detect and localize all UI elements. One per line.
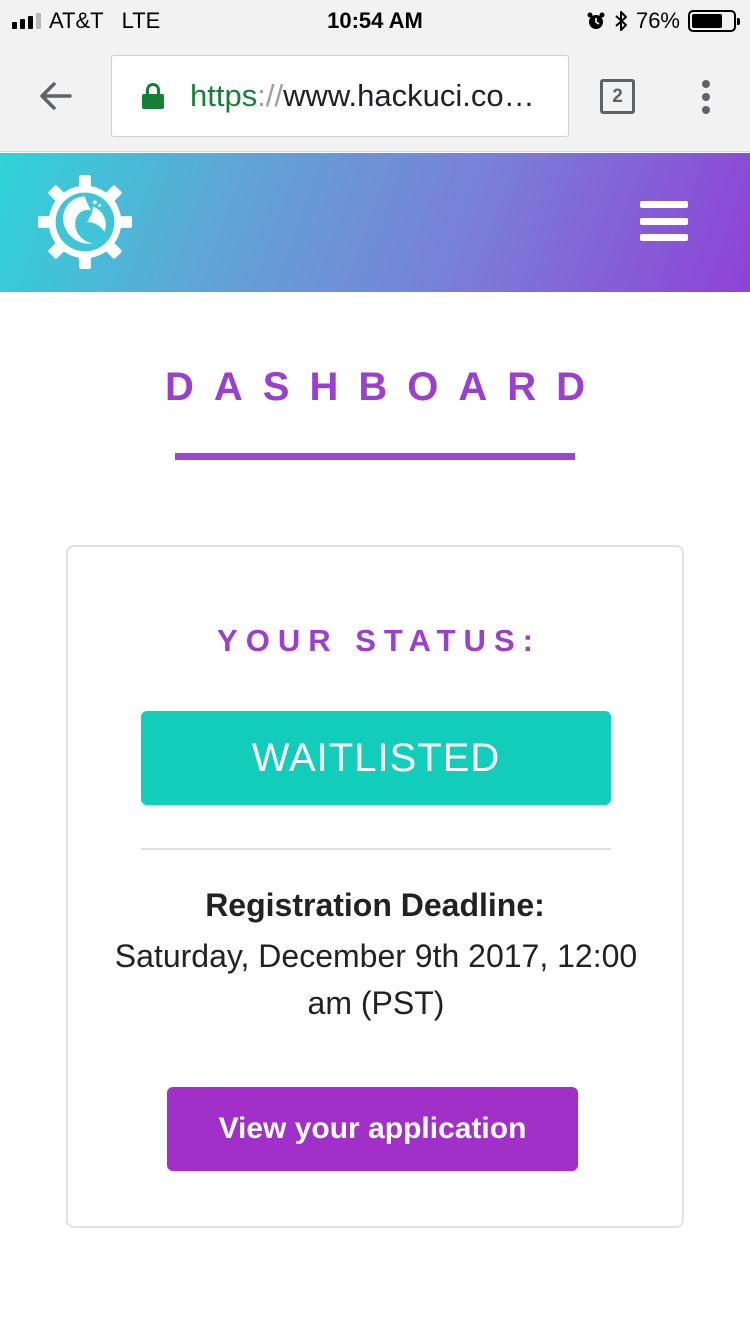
bluetooth-icon bbox=[615, 11, 627, 31]
battery-level bbox=[692, 14, 723, 28]
hackuci-logo[interactable] bbox=[36, 173, 134, 271]
status-badge: WAITLISTED bbox=[141, 711, 611, 805]
deadline-label: Registration Deadline: bbox=[205, 887, 545, 923]
battery-icon bbox=[688, 10, 740, 32]
back-arrow-icon[interactable] bbox=[36, 76, 76, 116]
overflow-menu-icon[interactable] bbox=[698, 80, 714, 114]
status-heading: YOUR STATUS: bbox=[217, 623, 541, 658]
browser-toolbar: https://www.hackuci.co… 2 bbox=[0, 40, 750, 152]
url-host: www.hackuci.co… bbox=[283, 78, 535, 113]
status-card: YOUR STATUS: WAITLISTED Registration Dea… bbox=[66, 545, 684, 1228]
view-application-button[interactable]: View your application bbox=[167, 1087, 578, 1171]
lock-icon bbox=[142, 83, 164, 109]
title-underline bbox=[175, 453, 575, 460]
deadline-value: Saturday, December 9th 2017, 12:00 am (P… bbox=[114, 938, 638, 1021]
divider bbox=[141, 848, 611, 850]
hamburger-menu-icon[interactable] bbox=[640, 201, 688, 241]
alarm-icon bbox=[587, 12, 605, 29]
site-header bbox=[0, 153, 750, 292]
status-right: 76% bbox=[586, 8, 740, 34]
status-bar: AT&T LTE 10:54 AM 76% bbox=[0, 0, 750, 40]
tabs-icon[interactable]: 2 bbox=[600, 79, 635, 114]
page-title: DASHBOARD bbox=[165, 365, 605, 409]
battery-percent: 76% bbox=[635, 8, 680, 33]
url-separator: :// bbox=[257, 78, 284, 113]
url-scheme: https bbox=[190, 78, 258, 113]
address-bar[interactable]: https://www.hackuci.co… bbox=[111, 55, 569, 137]
